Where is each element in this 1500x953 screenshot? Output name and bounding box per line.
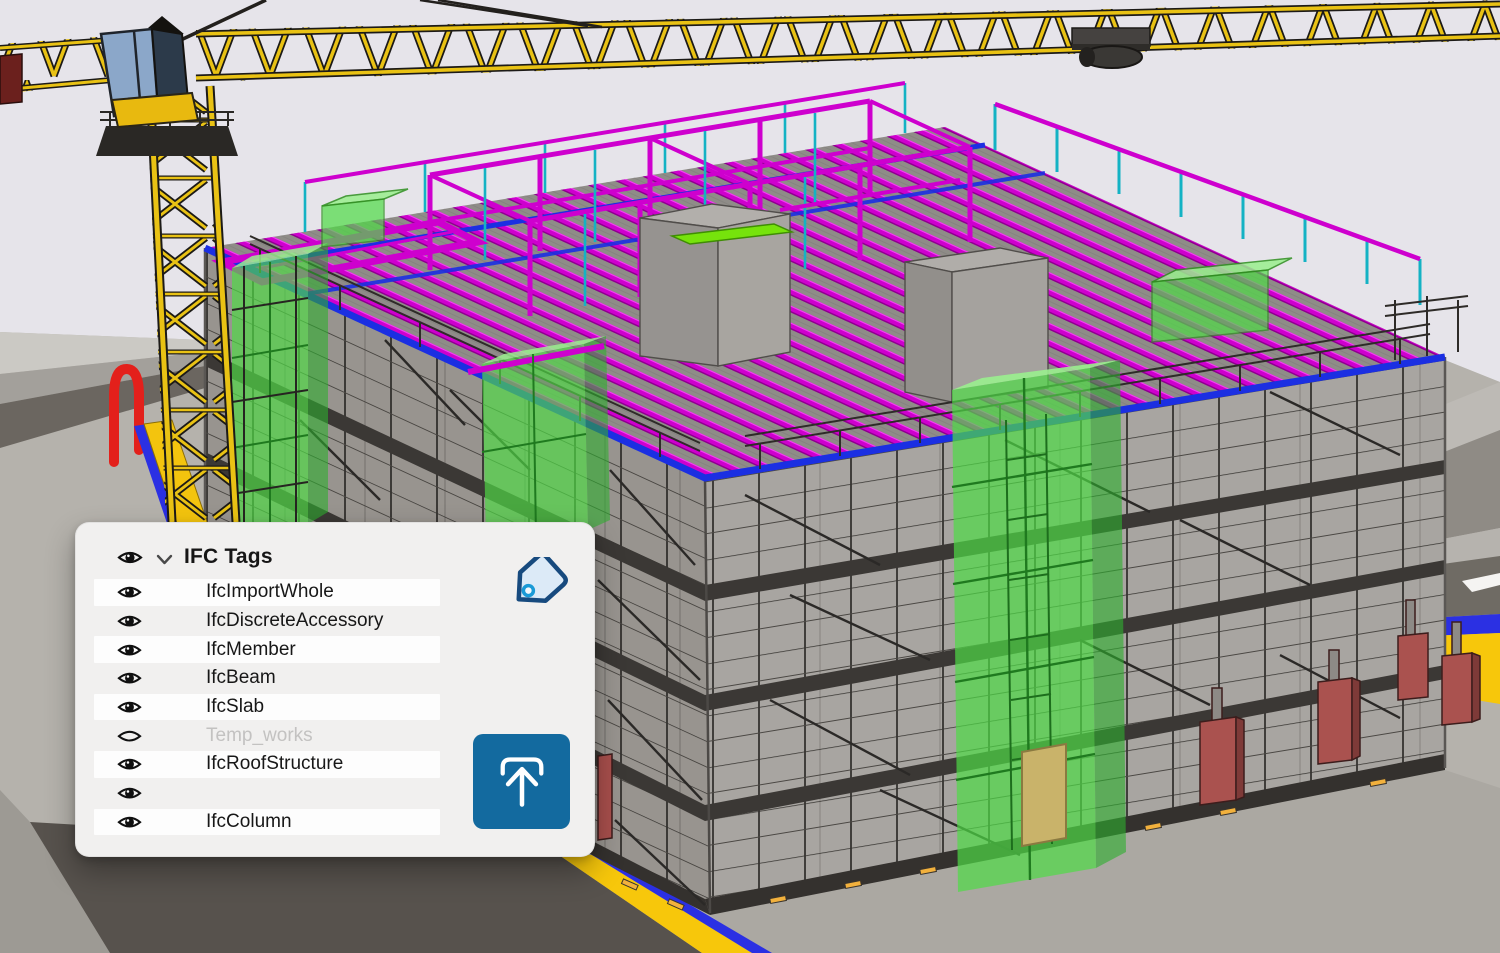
crane-platform-ring [96, 126, 238, 156]
elevator-shaft-green-mid [468, 336, 610, 540]
tag-label: IfcSlab [206, 696, 264, 718]
group-visibility-eye-icon[interactable] [117, 549, 143, 566]
eye-open-icon[interactable] [117, 642, 142, 658]
tag-label: IfcDiscreteAccessory [206, 610, 383, 632]
tag-label: IfcColumn [206, 811, 292, 833]
eye-open-icon[interactable] [117, 756, 142, 772]
tag-label: Temp_works [206, 725, 313, 747]
eye-open-icon[interactable] [117, 670, 142, 686]
ifc-tags-panel: IFC Tags IfcImportWhole IfcDiscreteAcces… [75, 522, 595, 857]
eye-closed-icon[interactable] [117, 728, 142, 744]
eye-open-icon[interactable] [117, 613, 142, 629]
upload-arrow-icon [492, 752, 552, 812]
tag-row-ifcimportwhole[interactable]: IfcImportWhole [76, 578, 594, 607]
crane-counterweight [0, 54, 22, 104]
shaft-door-panel [1022, 744, 1066, 846]
eye-open-icon[interactable] [117, 785, 142, 801]
eye-open-icon[interactable] [117, 814, 142, 830]
upload-model-button[interactable] [473, 734, 570, 829]
crane-trolley [1072, 28, 1150, 68]
elevator-shaft-green-left [232, 243, 328, 530]
tag-label: IfcRoofStructure [206, 753, 343, 775]
tag-label: IfcImportWhole [206, 581, 334, 603]
tag-row-ifcbeam[interactable]: IfcBeam [76, 664, 594, 693]
tag-label: IfcBeam [206, 667, 276, 689]
tags-group-header[interactable]: IFC Tags [76, 537, 594, 577]
eye-open-icon[interactable] [117, 584, 142, 600]
tag-row-ifcdiscreteaccessory[interactable]: IfcDiscreteAccessory [76, 607, 594, 636]
application-window: IFC Tags IfcImportWhole IfcDiscreteAcces… [0, 0, 1500, 953]
elevator-shaft-green-right [952, 360, 1126, 892]
tag-row-ifcslab[interactable]: IfcSlab [76, 693, 594, 722]
panel-title: IFC Tags [184, 545, 273, 569]
chevron-down-icon[interactable] [156, 552, 173, 563]
tag-label: IfcMember [206, 639, 296, 661]
eye-open-icon[interactable] [117, 699, 142, 715]
tag-row-ifcmember[interactable]: IfcMember [76, 635, 594, 664]
